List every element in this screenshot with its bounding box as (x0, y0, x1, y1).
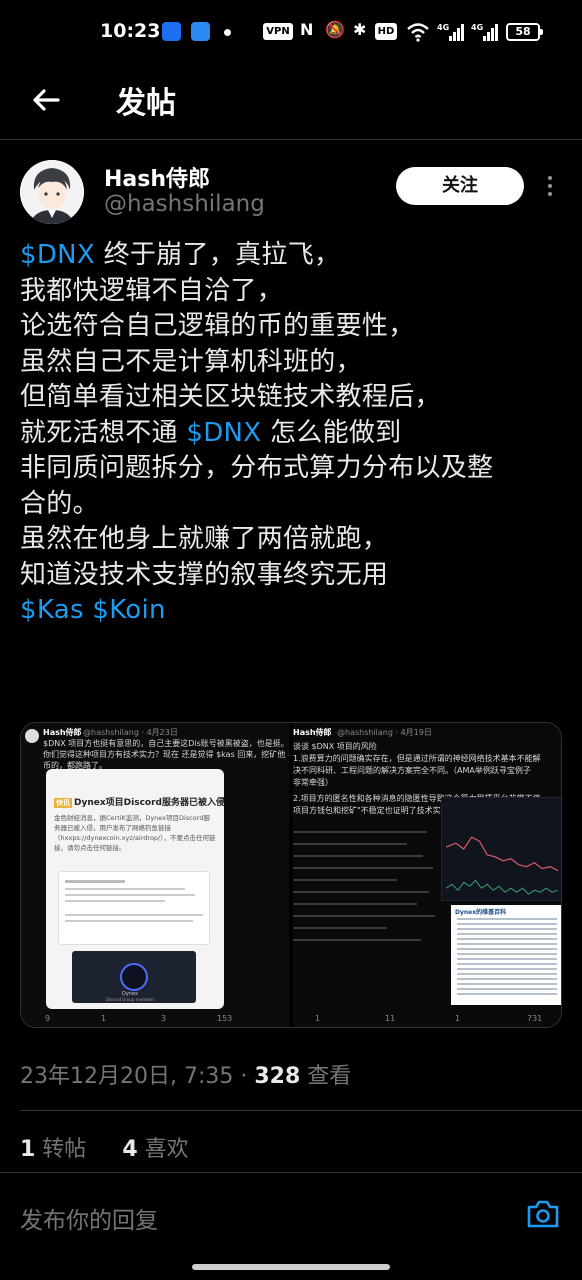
cashtag-link[interactable]: $Kas (20, 595, 84, 625)
tweet-line: 但简单看过相关区块链技术教程后， (20, 380, 565, 416)
author-name[interactable]: Hash侍郎 (104, 161, 210, 193)
reposts-stat[interactable]: 1 转帖 (20, 1137, 86, 1162)
more-vertical-icon[interactable] (540, 172, 560, 202)
wiki-title: Dynex的维基百科 (455, 909, 507, 916)
nfc-icon: N (300, 20, 314, 39)
news-card: 快讯 Dynex项目Discord服务器已被入侵 金色财经消息，据CertiK监测… (46, 769, 224, 1009)
mini-reply-count: 9 (45, 1014, 51, 1023)
likes-stat[interactable]: 4 喜欢 (122, 1137, 188, 1162)
tweet-timestamp: 23年12月20日, 7:35 · 328 查看 (20, 1058, 351, 1090)
logo-subcaption: Discord Group members (106, 997, 155, 1002)
dynex-logo-icon (120, 963, 148, 991)
engagement-stats: 1 转帖 4 喜欢 (20, 1131, 189, 1163)
tweet-text-segment: 虽然在他身上就赚了两倍就跑， (20, 524, 389, 554)
news-card-title: 快讯 Dynex项目Discord服务器已被入侵 (54, 798, 224, 808)
price-chart-thumbnail (441, 797, 561, 901)
mini-avatar (25, 729, 39, 743)
tweet-text-segment: 虽然自己不是计算机科班的， (20, 346, 362, 377)
signal-icon-2: 4G (471, 23, 498, 41)
top-app-bar: 发帖 (0, 64, 582, 140)
mini-view-count: 153 (217, 1014, 233, 1023)
reply-bar: 发布你的回复 (0, 1172, 582, 1258)
tweet-line: 我都快逻辑不自洽了， (20, 274, 565, 310)
tweet-text-segment: 但简单看过相关区块链技术教程后， (20, 382, 441, 412)
blurred-text-block (293, 823, 437, 1003)
tweet-text-segment: 就死活想不通 (20, 417, 187, 448)
mini-line: 你们觉得这种项目方有技术实力？现在 还是觉得 $kas 回来，挖矿他 #pow … (43, 750, 289, 759)
cashtag-link[interactable]: $Koin (92, 595, 165, 625)
vpn-badge: VPN (263, 23, 293, 40)
page-title: 发帖 (116, 86, 176, 121)
tweet-line: 合的。 (20, 487, 565, 523)
mini-line: 非常牵强） (293, 778, 333, 787)
timestamp: 23年12月20日, 7:35 (20, 1064, 234, 1089)
tweet-line: 虽然自己不是计算机科班的， (20, 345, 565, 381)
mini-line: 谈谈 $DNX 项目的风险 (293, 742, 377, 751)
tweet-media[interactable]: Hash侍郎 @hashshilang · 4月23日 $DNX 项目方也挺有意… (20, 722, 562, 1028)
mini-line: $DNX 项目方也挺有意思的，自己主要这Dis账号被黑被盗，也是挺。所以， (43, 739, 289, 748)
svg-text:4G: 4G (437, 23, 449, 32)
mini-line: 1.浪费算力的问题确实存在，但是通过所谓的神经网络技术基本不能解 (293, 754, 541, 763)
tweet-line: $Kas $Koin (20, 593, 565, 629)
tweet-line: 非同质问题拆分，分布式算力分布以及整 (20, 451, 565, 487)
wiki-info-panel: Dynex的维基百科 (451, 905, 561, 1005)
mini-handle: @hashshilang · 4月19日 (337, 728, 432, 737)
tweet-line: 论选符合自己逻辑的币的重要性， (20, 309, 565, 345)
tweet-line: 虽然在他身上就赚了两倍就跑， (20, 522, 565, 558)
mini-author: Hash侍郎 (43, 728, 82, 737)
author-handle[interactable]: @hashshilang (104, 191, 265, 217)
tweet-line: 知道没技术支撑的叙事终究无用 (20, 558, 565, 594)
tweet-text-segment: 我都快逻辑不自洽了， (20, 275, 284, 306)
status-time: 10:23 (100, 20, 161, 42)
wifi-icon (407, 23, 429, 42)
tweet-text-segment: 非同质问题拆分，分布式算力分布以及整 (20, 453, 494, 483)
hd-badge: HD (375, 23, 397, 40)
mini-line: 决不同科研、工程问题的解决方案完全不同。（AMA举例跃寻宝例子 (293, 766, 531, 775)
embedded-post (58, 871, 210, 945)
avatar[interactable] (20, 160, 84, 224)
gallery-notification-icon (191, 22, 210, 41)
camera-icon[interactable] (526, 1199, 560, 1229)
tweet-text-segment: 论选符合自己逻辑的币的重要性， (20, 311, 415, 341)
mini-reply-count: 1 (315, 1014, 321, 1023)
mini-view-count: 731 (527, 1014, 543, 1023)
mini-repost-count: 11 (385, 1014, 396, 1023)
media-image-right[interactable]: Hash侍郎 @hashshilang · 4月19日 谈谈 $DNX 项目的风… (293, 723, 561, 1027)
mini-handle: @hashshilang · 4月23日 (83, 728, 178, 737)
tweet-text-segment: 终于崩了，真拉飞， (95, 240, 341, 270)
reply-input[interactable]: 发布你的回复 (20, 1201, 158, 1235)
discord-preview: Dynex Discord Group members (72, 951, 196, 1003)
tweet-text-segment: 知道没技术支撑的叙事终究无用 (20, 559, 389, 590)
svg-text:4G: 4G (471, 23, 483, 32)
home-indicator[interactable] (192, 1264, 390, 1270)
signal-icon: 4G (437, 23, 464, 41)
mini-repost-count: 1 (101, 1014, 107, 1023)
status-bar: 10:23 VPN N 🔕 ✱ HD 4G 4G 58 (0, 0, 582, 64)
follow-button[interactable]: 关注 (396, 167, 524, 205)
mini-like-count: 1 (455, 1014, 461, 1023)
divider (20, 1110, 582, 1111)
back-arrow-icon[interactable] (26, 80, 66, 120)
tweet-line: 就死活想不通 $DNX 怎么能做到 (20, 416, 565, 452)
bluetooth-icon: ✱ (353, 20, 367, 39)
tweet-line: $DNX 终于崩了，真拉飞， (20, 238, 565, 274)
tweet-text: $DNX 终于崩了，真拉飞， 我都快逻辑不自洽了， 论选符合自己逻辑的币的重要性，虽… (20, 238, 565, 629)
app-notification-icon (162, 22, 181, 41)
mute-bell-icon: 🔕 (325, 20, 345, 39)
tweet-text-segment: 怎么能做到 (261, 417, 402, 448)
cashtag-link[interactable]: $DNX (20, 240, 95, 270)
notification-dot-icon (224, 29, 231, 36)
views-count: 328 (254, 1064, 301, 1089)
mini-like-count: 3 (161, 1014, 167, 1023)
views-label: 查看 (300, 1064, 352, 1089)
media-image-left[interactable]: Hash侍郎 @hashshilang · 4月23日 $DNX 项目方也挺有意… (21, 723, 289, 1027)
battery-icon: 58 (506, 23, 543, 41)
separator: · (233, 1064, 255, 1089)
tweet-text-segment: 合的。 (20, 488, 99, 519)
cashtag-link[interactable]: $DNX (186, 418, 261, 448)
mini-author: Hash侍郎 (293, 728, 332, 737)
news-card-body: 金色财经消息，据CertiK监测，Dynex项目Discord服务器已被入侵，用… (54, 814, 216, 852)
